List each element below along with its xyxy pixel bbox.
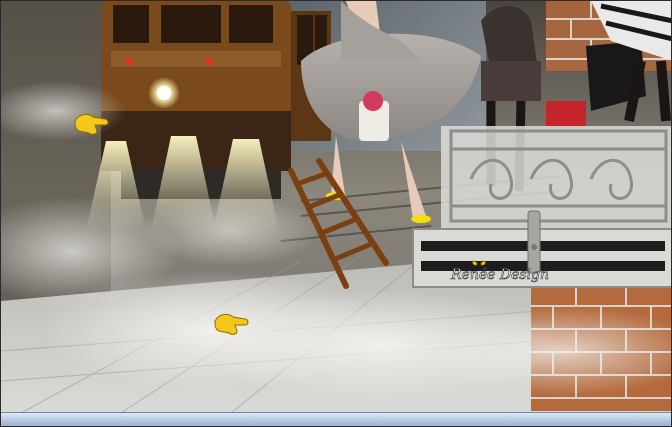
collage-illustration: Renée Design (1, 1, 671, 426)
ornate-railing (441, 126, 671, 231)
bottom-frame-bar (1, 412, 671, 426)
watermark-renee-design: Renée Design (450, 267, 549, 283)
collage-canvas: Renée Design (0, 0, 672, 427)
